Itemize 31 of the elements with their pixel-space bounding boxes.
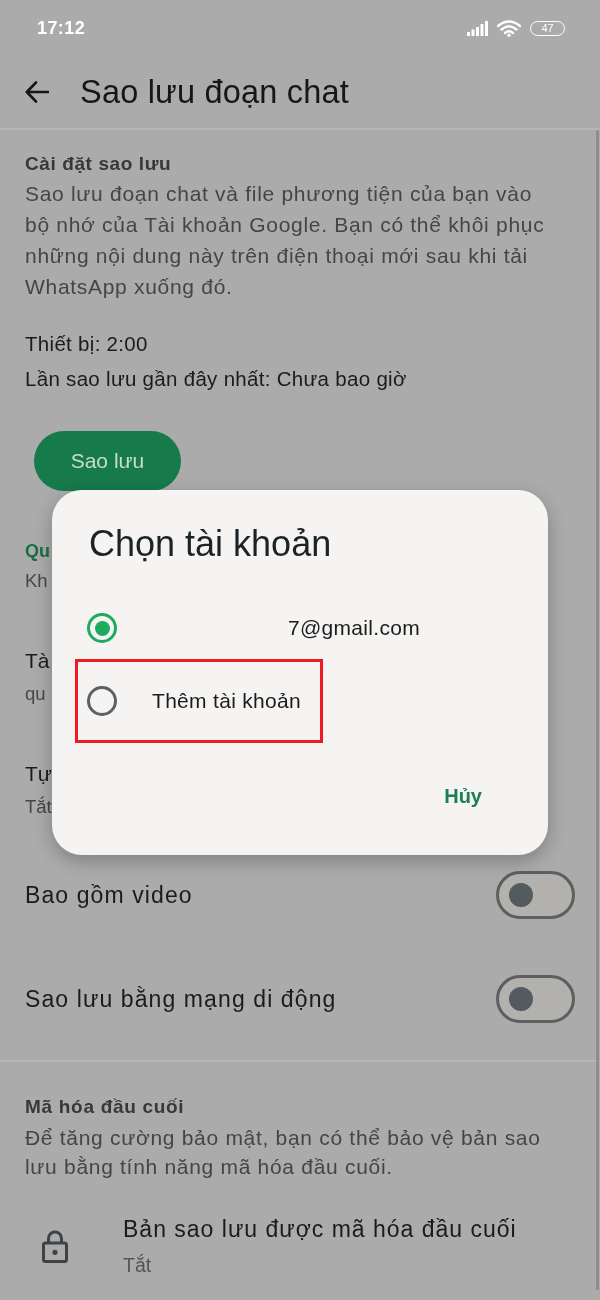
section-title: Qu xyxy=(25,540,50,563)
signal-icon xyxy=(467,20,488,36)
toggle-switch[interactable] xyxy=(496,871,575,919)
last-backup-info: Lần sao lưu gần đây nhất: Chưa bao giờ xyxy=(25,366,407,392)
setting-title: Bản sao lưu được mã hóa đầu cuối xyxy=(123,1215,517,1244)
option-label[interactable]: Thêm tài khoản xyxy=(152,689,301,713)
back-icon[interactable] xyxy=(25,81,49,103)
toggle-label: Sao lưu bằng mạng di động xyxy=(25,985,337,1013)
radio-button[interactable] xyxy=(87,686,117,716)
option-label[interactable]: 7@gmail.com xyxy=(288,616,420,640)
cancel-button[interactable]: Hủy xyxy=(432,774,494,818)
status-time: 17:12 xyxy=(37,17,86,39)
section-description: Để tăng cường bảo mật, bạn có thể bảo vệ bản sao lưu bằng tính năng mã hóa đầu cuối. xyxy=(25,1125,542,1180)
device-info: Thiết bị: 2:00 xyxy=(25,331,148,357)
section-subtitle: Kh xyxy=(25,569,48,593)
section-heading: Cài đặt sao lưu xyxy=(25,152,172,176)
dialog-title: Chọn tài khoản xyxy=(89,523,332,565)
section-description: Sao lưu đoạn chat và file phương tiện của bạn vào bộ nhớ của Tài khoản Google. Bạn có thể khôi phục những nội dung này trên điện thoại mới sau khi tải WhatsApp xuống đó. xyxy=(25,181,546,300)
setting-value: Tắt xyxy=(123,1253,152,1278)
radio-button[interactable] xyxy=(87,613,117,643)
screen-title: Sao lưu đoạn chat xyxy=(80,73,350,111)
setting-title: Tự xyxy=(25,761,52,787)
toggle-switch[interactable] xyxy=(496,975,575,1023)
section-heading: Mã hóa đầu cuối xyxy=(25,1095,185,1119)
setting-subtitle: qu xyxy=(25,682,46,706)
wifi-icon xyxy=(497,19,521,37)
setting-subtitle: Tắt xyxy=(25,795,52,819)
backup-button[interactable]: Sao lưu xyxy=(34,431,181,491)
setting-title: Tà xyxy=(25,648,50,674)
lock-icon xyxy=(42,1229,68,1263)
toggle-label: Bao gồm video xyxy=(25,881,193,909)
